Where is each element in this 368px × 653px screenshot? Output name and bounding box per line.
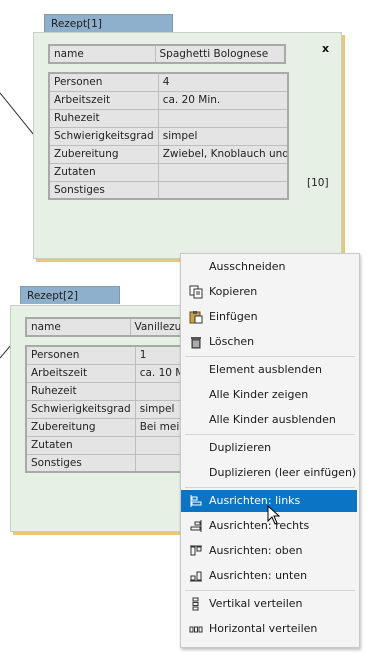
table-row[interactable]: Ruhezeit [25, 381, 205, 401]
property-value[interactable] [157, 180, 289, 200]
table-row[interactable]: Schwierigkeitsgrad simpel [48, 126, 289, 146]
property-label: Arbeitszeit [25, 363, 136, 383]
menu-separator [185, 356, 355, 357]
menu-item-ausrichten-unten[interactable]: Ausrichten: unten [181, 565, 357, 587]
property-label: Zubereitung [25, 417, 136, 437]
table-row[interactable]: Zubereitung Zwiebel, Knoblauch und… [48, 144, 289, 164]
table-row[interactable]: Zubereitung Bei meine [25, 417, 205, 437]
distribute-horizontal-icon [189, 626, 203, 633]
menu-item-label: Ausrichten: rechts [209, 519, 310, 532]
menu-separator [185, 590, 355, 591]
menu-item-vertikal-verteilen[interactable]: Vertikal verteilen [181, 593, 357, 615]
table-row[interactable]: Personen 4 [48, 72, 289, 92]
menu-item-loeschen[interactable]: Löschen [181, 331, 357, 353]
property-label: Sonstiges [48, 180, 159, 200]
menu-item-label: Duplizieren (leer einfügen) [209, 466, 357, 479]
name-table: name Vanillezuc [25, 317, 205, 337]
menu-item-label: Ausschneiden [209, 260, 286, 273]
property-value[interactable]: Spaghetti Bolognese [154, 44, 286, 64]
recipe-card-1[interactable]: x [10] name Spaghetti Bolognese Personen… [33, 32, 342, 259]
table-row[interactable]: name Spaghetti Bolognese [48, 44, 286, 64]
property-label: Sonstiges [25, 453, 136, 473]
menu-item-label: Einfügen [209, 310, 258, 323]
property-label: Ruhezeit [25, 381, 136, 401]
menu-item-label: Ausrichten: unten [209, 569, 308, 582]
align-right-icon [190, 520, 202, 532]
property-label: Schwierigkeitsgrad [25, 399, 136, 419]
property-label: Personen [25, 345, 136, 365]
mouse-cursor-icon [267, 505, 281, 525]
card-tab-rezept-1[interactable]: Rezept[1] [44, 14, 173, 32]
menu-item-label: Vertikal verteilen [209, 597, 303, 610]
menu-item-label: Horizontal verteilen [209, 622, 318, 635]
menu-item-alle-kinder-zeigen[interactable]: Alle Kinder zeigen [181, 384, 357, 406]
property-label: Ruhezeit [48, 108, 159, 128]
property-label: Zubereitung [48, 144, 159, 164]
align-left-icon [190, 495, 202, 507]
property-label: Schwierigkeitsgrad [48, 126, 159, 146]
property-label: Zutaten [25, 435, 136, 455]
menu-item-label: Ausrichten: oben [209, 544, 303, 557]
menu-item-element-ausblenden[interactable]: Element ausblenden [181, 359, 357, 381]
menu-item-label: Alle Kinder ausblenden [209, 413, 336, 426]
table-row[interactable]: Personen 1 [25, 345, 205, 365]
menu-item-duplizieren[interactable]: Duplizieren [181, 437, 357, 459]
trash-icon [191, 337, 201, 349]
menu-item-horizontal-verteilen[interactable]: Horizontal verteilen [181, 618, 357, 640]
table-row[interactable]: Schwierigkeitsgrad simpel [25, 399, 205, 419]
property-label: name [25, 317, 131, 337]
menu-item-ausschneiden[interactable]: Ausschneiden [181, 256, 357, 278]
property-label: name [48, 44, 156, 64]
menu-item-ausrichten-oben[interactable]: Ausrichten: oben [181, 540, 357, 562]
table-row[interactable]: name Vanillezuc [25, 317, 205, 337]
menu-item-alle-kinder-ausblenden[interactable]: Alle Kinder ausblenden [181, 409, 357, 431]
menu-item-duplizieren-leer[interactable]: Duplizieren (leer einfügen) [181, 462, 357, 484]
context-menu: Ausschneiden Kopieren Einfügen Löschen E… [180, 253, 360, 648]
property-value[interactable]: simpel [157, 126, 289, 146]
properties-table: Personen 4 Arbeitszeit ca. 20 Min. Ruhezei… [48, 72, 290, 200]
card-tab-rezept-2[interactable]: Rezept[2] [20, 286, 120, 304]
children-count: [10] [307, 177, 329, 189]
menu-item-kopieren[interactable]: Kopieren [181, 281, 357, 303]
close-icon[interactable]: x [322, 42, 329, 55]
menu-separator [185, 487, 355, 488]
name-table: name Spaghetti Bolognese [48, 44, 286, 64]
property-label: Arbeitszeit [48, 90, 159, 110]
menu-item-label: Löschen [209, 335, 255, 348]
table-row[interactable]: Sonstiges [25, 453, 205, 473]
menu-item-einfuegen[interactable]: Einfügen [181, 306, 357, 328]
property-label: Zutaten [48, 162, 159, 182]
menu-item-label: Ausrichten: links [209, 494, 301, 507]
align-top-icon [190, 545, 202, 556]
property-value[interactable] [157, 108, 289, 128]
table-row[interactable]: Sonstiges [48, 180, 289, 200]
property-label: Personen [48, 72, 159, 92]
table-row[interactable]: Ruhezeit [48, 108, 289, 128]
paste-icon [189, 311, 203, 324]
property-value[interactable]: ca. 20 Min. [157, 90, 289, 110]
property-value[interactable]: 4 [157, 72, 289, 92]
copy-icon [189, 285, 203, 299]
distribute-vertical-icon [192, 597, 199, 611]
menu-item-label: Element ausblenden [209, 363, 322, 376]
table-row[interactable]: Zutaten [25, 435, 205, 455]
menu-item-label: Alle Kinder zeigen [209, 388, 309, 401]
properties-table: Personen 1 Arbeitszeit ca. 10 Min Ruhezeit… [25, 345, 205, 473]
align-bottom-icon [190, 571, 202, 582]
table-row[interactable]: Arbeitszeit ca. 10 Min [25, 363, 205, 383]
table-row[interactable]: Zutaten [48, 162, 289, 182]
property-value[interactable] [157, 162, 289, 182]
menu-separator [185, 434, 355, 435]
property-value[interactable]: Zwiebel, Knoblauch und… [157, 144, 289, 164]
menu-item-label: Kopieren [209, 285, 258, 298]
recipe-card-2[interactable]: name Vanillezuc Personen 1 Arbeitszeit ca.… [10, 305, 205, 532]
menu-item-label: Duplizieren [209, 441, 272, 454]
table-row[interactable]: Arbeitszeit ca. 20 Min. [48, 90, 289, 110]
